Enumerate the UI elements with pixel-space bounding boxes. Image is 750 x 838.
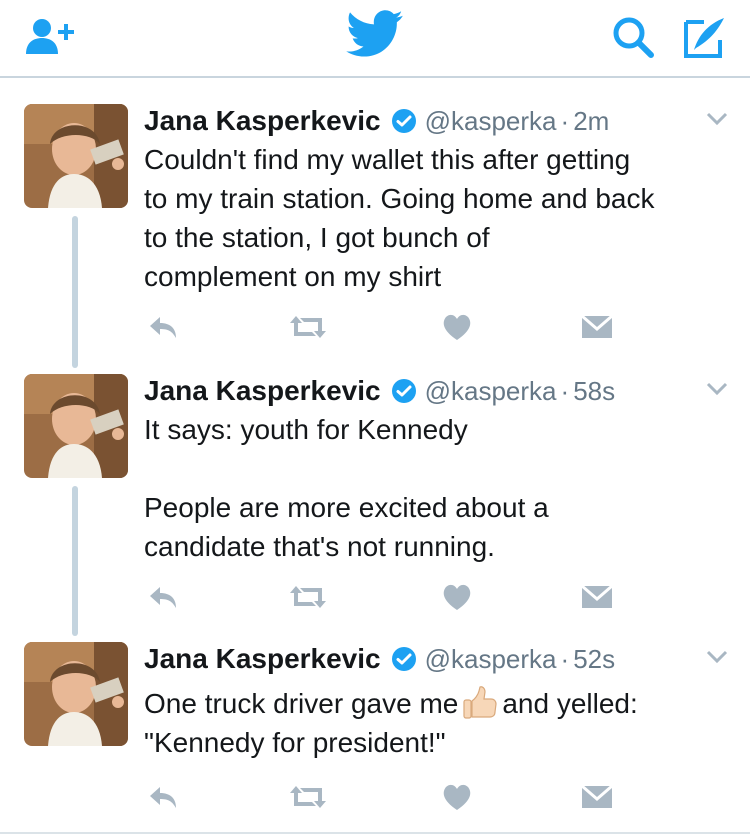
retweet-icon[interactable] [288,312,328,342]
handle[interactable]: @kasperka [425,376,557,407]
display-name[interactable]: Jana Kasperkevic [144,643,381,675]
direct-message-icon[interactable] [580,782,614,812]
tweet-header: Jana Kasperkevic @kasperka · 2m [144,104,609,138]
avatar[interactable] [24,104,128,208]
retweet-icon[interactable] [288,782,328,812]
like-icon[interactable] [440,582,474,612]
tweet[interactable]: Jana Kasperkevic @kasperka · 52s One tru… [0,642,750,832]
verified-badge-icon [391,109,416,133]
thread-line [72,486,78,636]
avatar[interactable] [24,374,128,478]
tweet-text: One truck driver gave me and yelled: "Ke… [144,684,734,762]
tweet-actions [144,312,624,352]
retweet-icon[interactable] [288,582,328,612]
timestamp[interactable]: 58s [573,376,615,407]
reply-icon[interactable] [146,582,180,612]
tweet[interactable]: Jana Kasperkevic @kasperka · 58s It says… [0,374,750,636]
display-name[interactable]: Jana Kasperkevic [144,375,381,407]
thumbs-up-emoji-icon [463,686,497,719]
reply-icon[interactable] [146,782,180,812]
tweet[interactable]: Jana Kasperkevic @kasperka · 2m Couldn't… [0,104,750,368]
verified-badge-icon [391,647,416,671]
twitter-bird-icon[interactable] [346,10,404,58]
display-name[interactable]: Jana Kasperkevic [144,105,381,137]
handle[interactable]: @kasperka [425,106,557,137]
chevron-down-icon[interactable] [706,650,728,664]
tweet-actions [144,782,624,822]
reply-icon[interactable] [146,312,180,342]
separator: · [560,643,570,674]
handle[interactable]: @kasperka [425,644,557,675]
tweet-text: It says: youth for Kennedy People are mo… [144,414,549,562]
like-icon[interactable] [440,312,474,342]
timestamp[interactable]: 52s [573,644,615,675]
top-bar [0,0,750,78]
separator: · [560,105,570,136]
direct-message-icon[interactable] [580,312,614,342]
thread-line [72,216,78,368]
add-user-icon[interactable] [24,16,80,56]
bottom-divider [0,832,750,834]
verified-badge-icon [391,379,416,403]
like-icon[interactable] [440,782,474,812]
chevron-down-icon[interactable] [706,382,728,396]
tweet-header: Jana Kasperkevic @kasperka · 58s [144,374,615,408]
tweet-header: Jana Kasperkevic @kasperka · 52s [144,642,615,676]
separator: · [560,375,570,406]
chevron-down-icon[interactable] [706,112,728,126]
compose-icon[interactable] [682,14,728,60]
direct-message-icon[interactable] [580,582,614,612]
tweet-text: Couldn't find my wallet this after getti… [144,144,655,292]
search-icon[interactable] [610,14,656,60]
tweet-actions [144,582,624,622]
timestamp[interactable]: 2m [573,106,609,137]
tweet-text-part: One truck driver gave me [144,688,459,719]
top-divider [0,76,750,78]
avatar[interactable] [24,642,128,746]
